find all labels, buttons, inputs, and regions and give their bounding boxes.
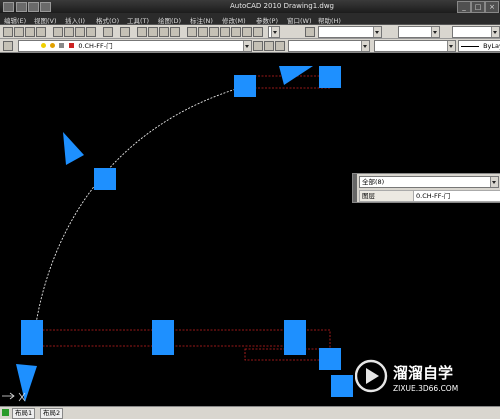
paste-icon[interactable]: [75, 27, 85, 37]
dim-style-combo[interactable]: [398, 26, 440, 38]
properties-icon[interactable]: [187, 27, 197, 37]
drawing-canvas[interactable]: [0, 53, 500, 405]
sheet-set-icon[interactable]: [220, 27, 230, 37]
layer-property-value[interactable]: 0.CH-FF-门: [413, 190, 500, 202]
grip-square[interactable]: [152, 320, 174, 355]
grip-triangle[interactable]: [63, 132, 84, 165]
grip-square[interactable]: [331, 375, 353, 397]
lock-icon: [59, 43, 65, 48]
color-combo[interactable]: [288, 40, 370, 52]
layer-name: 0.CH-FF-门: [78, 42, 113, 50]
zoom-window-icon[interactable]: [159, 27, 169, 37]
menu-item-edit[interactable]: 编辑(E): [4, 15, 26, 25]
zoom-realtime-icon[interactable]: [148, 27, 158, 37]
new-icon[interactable]: [3, 27, 13, 37]
menu-bar: 编辑(E) 视图(V) 插入(I) 格式(O) 工具(T) 绘图(D) 标注(N…: [0, 13, 500, 25]
app-menu-icon[interactable]: [3, 2, 14, 12]
workspace-combo[interactable]: [268, 26, 280, 38]
ucs-icon: [2, 392, 26, 402]
layer-color-swatch: [69, 43, 75, 48]
grip-square[interactable]: [319, 348, 341, 370]
minimize-button[interactable]: _: [457, 1, 471, 13]
properties-palette: 全部(8) 图层 0.CH-FF-门: [352, 173, 500, 203]
door-swing-arc: [34, 85, 247, 331]
print-icon[interactable]: [40, 2, 51, 12]
layer-states-icon[interactable]: [275, 41, 285, 51]
menu-item-view[interactable]: 视图(V): [34, 15, 57, 25]
selection-combo[interactable]: 全部(8): [359, 176, 499, 188]
grip-square[interactable]: [234, 75, 256, 97]
standard-toolbar: [0, 25, 500, 39]
grip-square[interactable]: [319, 66, 341, 88]
play-icon: [366, 368, 379, 384]
quickcalc-icon[interactable]: [242, 27, 252, 37]
make-current-icon[interactable]: [253, 41, 263, 51]
maximize-button[interactable]: □: [471, 1, 485, 13]
menu-item-format[interactable]: 格式(O): [96, 15, 119, 25]
watermark-brand: 溜溜自学: [393, 364, 453, 382]
plot-icon[interactable]: [36, 27, 46, 37]
redo-icon[interactable]: [28, 2, 39, 12]
watermark-logo: 溜溜自学 ZIXUE.3D66.COM: [355, 359, 458, 393]
layers-toolbar: 0.CH-FF-门 ByLay: [0, 39, 500, 53]
window-title: AutoCAD 2010 Drawing1.dwg: [230, 2, 334, 10]
layout-tab-1[interactable]: 布局1: [12, 408, 36, 419]
grip-square[interactable]: [94, 168, 116, 190]
layout-tab-2[interactable]: 布局2: [40, 408, 64, 419]
undo-icon[interactable]: [16, 2, 27, 12]
grip-square[interactable]: [21, 320, 43, 355]
layer-manager-icon[interactable]: [3, 41, 13, 51]
lineweight-sample: [461, 45, 479, 47]
pan-icon[interactable]: [137, 27, 147, 37]
title-bar: AutoCAD 2010 Drawing1.dwg _ □ ×: [0, 0, 500, 13]
help-icon[interactable]: [253, 27, 263, 37]
grip-triangle[interactable]: [16, 364, 37, 402]
lineweight-combo[interactable]: ByLay: [458, 40, 500, 52]
model-tab-icon[interactable]: [2, 409, 9, 416]
watermark-url: ZIXUE.3D66.COM: [393, 384, 458, 393]
cut-icon[interactable]: [53, 27, 63, 37]
open-icon[interactable]: [14, 27, 24, 37]
status-bar: 布局1 布局2: [0, 406, 500, 419]
markup-icon[interactable]: [231, 27, 241, 37]
menu-item-tools[interactable]: 工具(T): [127, 15, 149, 25]
text-style-icon[interactable]: [305, 27, 315, 37]
save-icon[interactable]: [25, 27, 35, 37]
grip-square[interactable]: [284, 320, 306, 355]
palette-grip[interactable]: [353, 174, 357, 202]
layer-combo[interactable]: 0.CH-FF-门: [18, 40, 252, 52]
zoom-previous-icon[interactable]: [170, 27, 180, 37]
copy-icon[interactable]: [64, 27, 74, 37]
sun-icon: [50, 43, 56, 48]
menu-item-insert[interactable]: 插入(I): [65, 15, 85, 25]
selection-value: 全部(8): [362, 178, 385, 186]
menu-item-modify[interactable]: 修改(M): [222, 15, 246, 25]
table-style-combo[interactable]: [452, 26, 500, 38]
lineweight-value: ByLay: [483, 42, 500, 50]
match-properties-icon[interactable]: [86, 27, 96, 37]
menu-item-help[interactable]: 帮助(H): [318, 15, 341, 25]
tool-palettes-icon[interactable]: [209, 27, 219, 37]
menu-item-parametric[interactable]: 参数(P): [256, 15, 278, 25]
close-button[interactable]: ×: [485, 1, 499, 13]
menu-item-window[interactable]: 窗口(W): [287, 15, 312, 25]
undo-tool-icon[interactable]: [103, 27, 113, 37]
bulb-icon: [41, 43, 46, 48]
design-center-icon[interactable]: [198, 27, 208, 37]
text-style-combo[interactable]: [318, 26, 382, 38]
linetype-combo[interactable]: [374, 40, 456, 52]
menu-item-dimension[interactable]: 标注(N): [190, 15, 213, 25]
layer-previous-icon[interactable]: [264, 41, 274, 51]
layer-property-label: 图层: [359, 190, 417, 202]
grip-triangle[interactable]: [279, 66, 313, 85]
redo-tool-icon[interactable]: [120, 27, 130, 37]
menu-item-draw[interactable]: 绘图(D): [158, 15, 181, 25]
